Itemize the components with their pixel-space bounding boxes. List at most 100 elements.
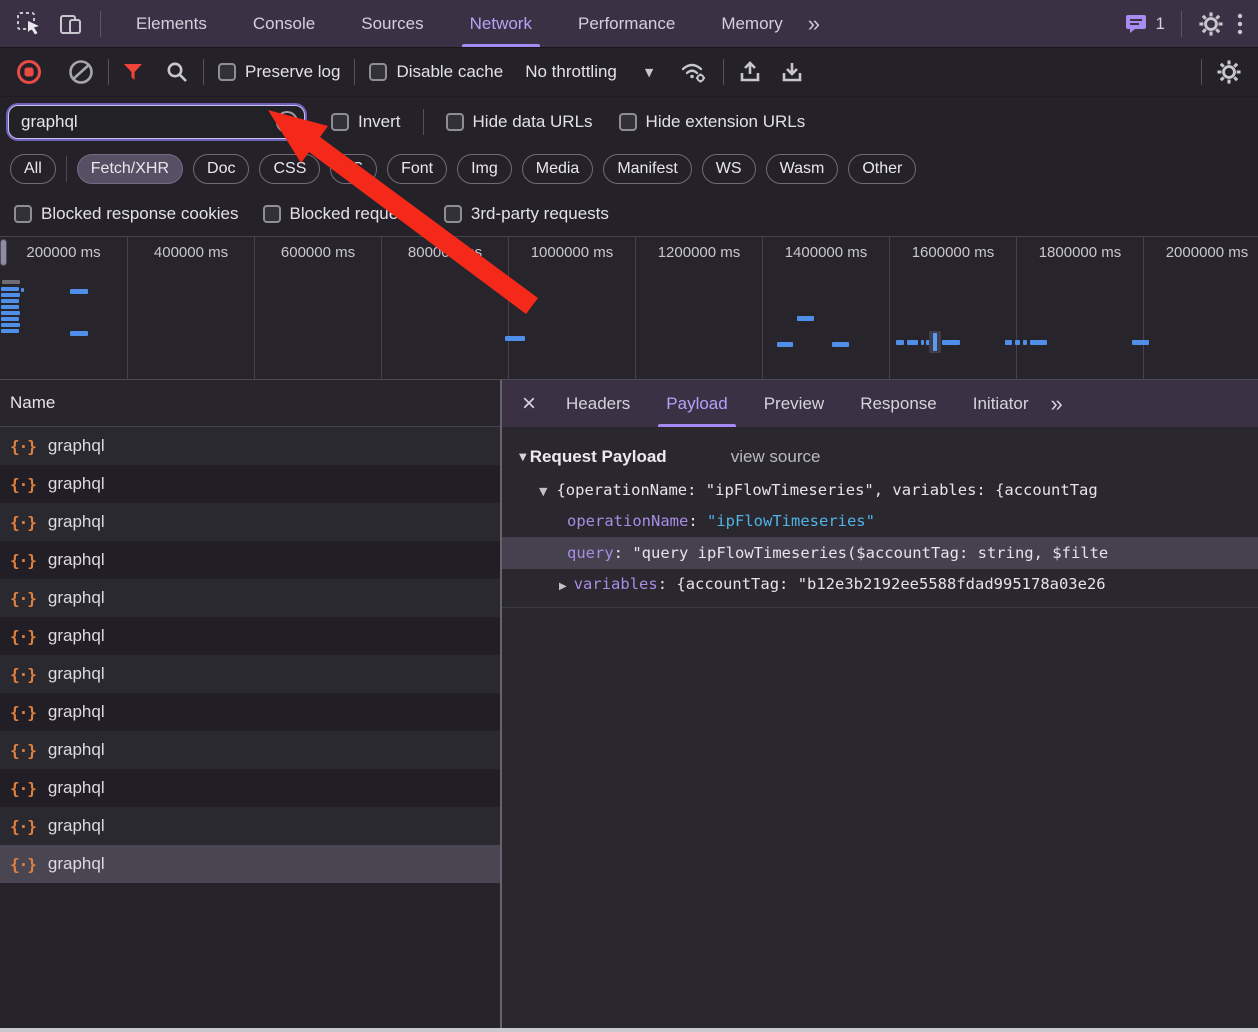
clear-filter-icon[interactable]: × <box>276 111 298 133</box>
more-panels-chevron-icon[interactable]: » <box>808 11 820 37</box>
export-har-download-icon[interactable] <box>780 60 804 84</box>
waterfall-bar <box>1 329 19 333</box>
type-chip-media[interactable]: Media <box>522 154 594 184</box>
network-request-row[interactable]: {·}graphql <box>0 465 500 503</box>
network-request-row[interactable]: {·}graphql <box>0 617 500 655</box>
payload-entry-query[interactable]: query: "query ipFlowTimeseries($accountT… <box>502 537 1258 569</box>
tab-network[interactable]: Network <box>470 0 532 47</box>
timeline-tick-label: 1800000 ms <box>1017 244 1143 261</box>
request-payload-title: Request Payload <box>530 447 667 467</box>
detail-tab-response[interactable]: Response <box>860 380 937 427</box>
type-chip-other[interactable]: Other <box>848 154 916 184</box>
requests-pane: Name {·}graphql{·}graphql{·}graphql{·}gr… <box>0 380 500 1028</box>
json-request-icon: {·} <box>10 817 36 836</box>
checkbox[interactable] <box>331 113 349 131</box>
waterfall-bar <box>1 293 20 297</box>
type-chip-wasm[interactable]: Wasm <box>766 154 839 184</box>
blocked-requests-checkbox[interactable]: Blocked requests <box>263 204 420 224</box>
disable-cache-checkbox[interactable]: Disable cache <box>369 62 503 82</box>
tab-sources[interactable]: Sources <box>361 0 423 47</box>
checkbox[interactable] <box>263 205 281 223</box>
network-request-row[interactable]: {·}graphql <box>0 731 500 769</box>
checkbox[interactable] <box>218 63 236 81</box>
network-request-row[interactable]: {·}graphql <box>0 807 500 845</box>
hide-data-urls-checkbox[interactable]: Hide data URLs <box>446 112 593 132</box>
network-request-row[interactable]: {·}graphql <box>0 845 500 883</box>
timeline-tick-column: 1200000 ms <box>635 237 762 379</box>
checkbox[interactable] <box>444 205 462 223</box>
type-chip-doc[interactable]: Doc <box>193 154 249 184</box>
network-toolbar: Preserve log Disable cache No throttling… <box>0 48 1258 97</box>
type-chip-css[interactable]: CSS <box>259 154 320 184</box>
detail-tab-payload[interactable]: Payload <box>666 380 727 427</box>
type-chip-all[interactable]: All <box>10 154 56 184</box>
overview-drag-handle[interactable] <box>0 239 7 266</box>
hide-extension-urls-checkbox[interactable]: Hide extension URLs <box>619 112 806 132</box>
3rd-party-requests-checkbox[interactable]: 3rd-party requests <box>444 204 609 224</box>
network-request-row[interactable]: {·}graphql <box>0 579 500 617</box>
blocked-response-cookies-checkbox[interactable]: Blocked response cookies <box>14 204 239 224</box>
type-chip-ws[interactable]: WS <box>702 154 756 184</box>
more-detail-tabs-chevron-icon[interactable]: » <box>1051 391 1063 417</box>
checkbox-label: Blocked response cookies <box>41 204 239 224</box>
close-details-icon[interactable]: × <box>510 392 548 416</box>
type-chip-img[interactable]: Img <box>457 154 512 184</box>
json-request-icon: {·} <box>10 513 36 532</box>
checkbox[interactable] <box>446 113 464 131</box>
name-column-header[interactable]: Name <box>0 380 500 427</box>
device-toolbar-icon[interactable] <box>58 11 84 37</box>
preserve-log-checkbox[interactable]: Preserve log <box>218 62 340 82</box>
network-conditions-icon[interactable] <box>679 59 709 85</box>
toolbar-divider <box>100 11 101 37</box>
payload-entry-variables[interactable]: ▶variables: {accountTag: "b12e3b2192ee55… <box>502 569 1258 600</box>
checkbox[interactable] <box>369 63 387 81</box>
network-request-row[interactable]: {·}graphql <box>0 655 500 693</box>
detail-tab-initiator[interactable]: Initiator <box>973 380 1029 427</box>
tab-memory[interactable]: Memory <box>721 0 782 47</box>
kebab-menu-icon[interactable] <box>1236 11 1244 37</box>
view-source-link[interactable]: view source <box>731 447 821 467</box>
type-chip-fetch-xhr[interactable]: Fetch/XHR <box>77 154 183 184</box>
detail-tab-headers[interactable]: Headers <box>566 380 630 427</box>
throttling-dropdown[interactable]: No throttling ▼ <box>525 62 653 82</box>
payload-root-line[interactable]: ▼{operationName: "ipFlowTimeseries", var… <box>502 475 1258 506</box>
json-request-icon: {·} <box>10 779 36 798</box>
issues-message-icon[interactable] <box>1124 12 1148 36</box>
tab-performance[interactable]: Performance <box>578 0 675 47</box>
search-icon[interactable] <box>165 60 189 84</box>
toolbar-divider <box>423 109 424 135</box>
throttling-value: No throttling <box>525 62 617 82</box>
network-request-row[interactable]: {·}graphql <box>0 769 500 807</box>
checkbox[interactable] <box>619 113 637 131</box>
collapse-triangle-icon[interactable]: ▼ <box>539 476 547 506</box>
network-request-row[interactable]: {·}graphql <box>0 503 500 541</box>
payload-value: "ipFlowTimeseries" <box>707 512 875 530</box>
settings-gear-icon[interactable] <box>1198 11 1224 37</box>
network-request-row[interactable]: {·}graphql <box>0 693 500 731</box>
filter-funnel-icon[interactable] <box>123 63 143 81</box>
record-network-log-icon[interactable] <box>16 59 42 85</box>
json-request-icon: {·} <box>10 665 36 684</box>
network-request-row[interactable]: {·}graphql <box>0 541 500 579</box>
filter-input[interactable] <box>8 105 305 139</box>
type-chip-js[interactable]: JS <box>330 154 377 184</box>
inspect-element-icon[interactable] <box>16 11 42 37</box>
clear-network-log-icon[interactable] <box>68 59 94 85</box>
waterfall-bar <box>921 340 924 345</box>
checkbox[interactable] <box>14 205 32 223</box>
expand-triangle-icon[interactable]: ▶ <box>559 571 567 600</box>
detail-tab-preview[interactable]: Preview <box>764 380 824 427</box>
type-chip-font[interactable]: Font <box>387 154 447 184</box>
tab-elements[interactable]: Elements <box>136 0 207 47</box>
import-har-upload-icon[interactable] <box>738 60 762 84</box>
collapse-triangle-icon[interactable]: ▼ <box>519 452 527 463</box>
payload-entry-operationname[interactable]: operationName: "ipFlowTimeseries" <box>502 506 1258 537</box>
network-settings-gear-icon[interactable] <box>1216 59 1242 85</box>
network-request-row[interactable]: {·}graphql <box>0 427 500 465</box>
request-payload-header[interactable]: ▼ Request Payload view source <box>502 439 1258 475</box>
tab-console[interactable]: Console <box>253 0 315 47</box>
type-chip-manifest[interactable]: Manifest <box>603 154 691 184</box>
network-overview-timeline[interactable]: 200000 ms400000 ms600000 ms800000 ms1000… <box>0 236 1258 380</box>
invert-checkbox[interactable]: Invert <box>331 112 401 132</box>
json-request-icon: {·} <box>10 741 36 760</box>
